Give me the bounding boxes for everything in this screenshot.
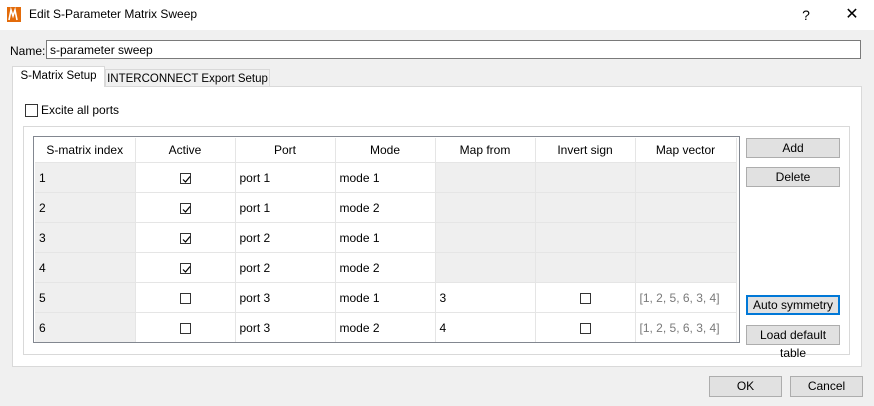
cell-map-from [435,192,536,223]
cell-invert-sign [535,252,636,283]
name-input[interactable] [46,40,861,59]
cell-invert-sign [535,162,636,193]
table-row: 1 port 1 mode 1 [35,162,737,193]
cell-active[interactable] [135,282,236,313]
add-button[interactable]: Add [746,138,840,158]
cell-mode[interactable]: mode 1 [335,162,436,193]
cell-map-vector: [1, 2, 5, 6, 3, 4] [635,312,737,342]
cell-index: 3 [35,222,136,253]
cell-invert-sign[interactable] [535,312,636,342]
checkbox-box[interactable] [25,104,38,117]
col-header-map-vector[interactable]: Map vector [635,138,737,163]
cell-map-vector [635,162,737,193]
cell-invert-sign [535,222,636,253]
cell-invert-sign[interactable] [535,282,636,313]
col-header-active[interactable]: Active [135,138,236,163]
active-checkbox[interactable] [179,292,191,304]
cell-map-from[interactable]: 4 [435,312,536,342]
cell-map-from [435,222,536,253]
cell-port[interactable]: port 3 [235,312,336,342]
name-label: Name: [10,44,46,58]
invert-sign-checkbox[interactable] [579,292,591,304]
ok-button[interactable]: OK [709,376,782,397]
cell-index: 5 [35,282,136,313]
active-checkbox[interactable] [179,232,191,244]
col-header-mode[interactable]: Mode [335,138,436,163]
cell-map-vector [635,192,737,223]
table-row: 6 port 3 mode 2 4 [1, 2, 5, 6, 3, 4] [35,312,737,342]
cell-active[interactable] [135,162,236,193]
cell-port[interactable]: port 2 [235,252,336,283]
cell-active[interactable] [135,312,236,342]
window-title: Edit S-Parameter Matrix Sweep [29,7,198,21]
cell-map-vector: [1, 2, 5, 6, 3, 4] [635,282,737,313]
cell-mode[interactable]: mode 2 [335,192,436,223]
cell-active[interactable] [135,192,236,223]
app-icon [7,7,21,22]
cell-map-from [435,252,536,283]
table-header-row: S-matrix index Active Port Mode Map from… [35,138,737,163]
col-header-invert-sign[interactable]: Invert sign [535,138,636,163]
cancel-button[interactable]: Cancel [790,376,863,397]
delete-button[interactable]: Delete [746,167,840,187]
cell-port[interactable]: port 1 [235,162,336,193]
excite-all-ports-label: Excite all ports [41,103,120,117]
cell-map-from [435,162,536,193]
cell-index: 2 [35,192,136,223]
active-checkbox[interactable] [179,202,191,214]
table-row: 2 port 1 mode 2 [35,192,737,223]
col-header-map-from[interactable]: Map from [435,138,536,163]
active-checkbox[interactable] [179,262,191,274]
cell-port[interactable]: port 2 [235,222,336,253]
auto-symmetry-button[interactable]: Auto symmetry [746,295,840,315]
s-matrix-table: S-matrix index Active Port Mode Map from… [33,136,740,343]
table-row: 4 port 2 mode 2 [35,252,737,283]
cell-port[interactable]: port 3 [235,282,336,313]
cell-map-from[interactable]: 3 [435,282,536,313]
tab-s-matrix-setup[interactable]: S-Matrix Setup [12,66,105,87]
cell-port[interactable]: port 1 [235,192,336,223]
close-button[interactable]: ✕ [839,4,865,26]
title-bar: Edit S-Parameter Matrix Sweep ? ✕ [0,0,874,30]
cell-mode[interactable]: mode 2 [335,312,436,342]
active-checkbox[interactable] [179,322,191,334]
invert-sign-checkbox[interactable] [579,322,591,334]
cell-mode[interactable]: mode 2 [335,252,436,283]
cell-map-vector [635,222,737,253]
table-row: 3 port 2 mode 1 [35,222,737,253]
table-row: 5 port 3 mode 1 3 [1, 2, 5, 6, 3, 4] [35,282,737,313]
help-button[interactable]: ? [793,4,819,26]
cell-index: 4 [35,252,136,283]
cell-index: 1 [35,162,136,193]
load-default-table-button[interactable]: Load default table [746,325,840,360]
col-header-s-matrix-index[interactable]: S-matrix index [35,138,136,163]
cell-map-vector [635,252,737,283]
col-header-port[interactable]: Port [235,138,336,163]
cell-invert-sign [535,192,636,223]
active-checkbox[interactable] [179,172,191,184]
cell-active[interactable] [135,252,236,283]
cell-index: 6 [35,312,136,342]
cell-active[interactable] [135,222,236,253]
cell-mode[interactable]: mode 1 [335,282,436,313]
cell-mode[interactable]: mode 1 [335,222,436,253]
